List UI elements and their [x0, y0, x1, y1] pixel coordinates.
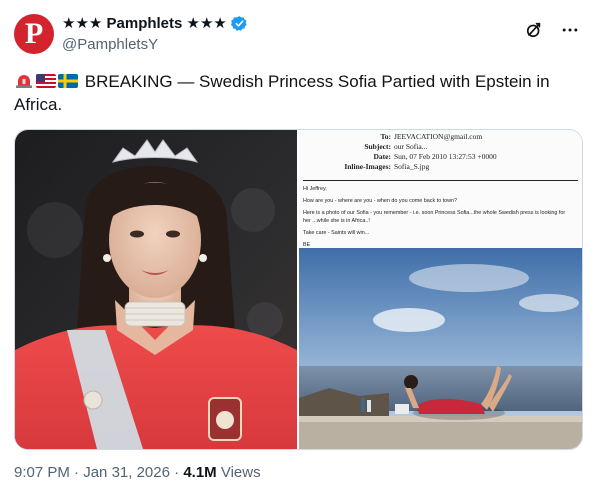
email-body-line: Take care - Saints will win... — [303, 230, 370, 236]
meta-separator: · — [69, 464, 84, 481]
post-time[interactable]: 9:07 PM — [14, 464, 70, 481]
author-names: ★★★ Pamphlets ★★★ @PamphletsY — [62, 14, 248, 55]
post-text: BREAKING — Swedish Princess Sofia Partie… — [14, 70, 582, 116]
princess-photo[interactable] — [15, 130, 297, 449]
email-images-label: Inline-Images: — [344, 162, 391, 171]
views-count[interactable]: 4.1M — [183, 464, 216, 481]
email-photo[interactable]: To: JEEVACATION@gmail.com Subject: our Sof… — [299, 130, 582, 449]
email-to: JEEVACATION@gmail.com — [394, 132, 483, 141]
sweden-flag-icon — [58, 74, 78, 88]
email-to-label: To: — [380, 132, 391, 141]
email-header: To: JEEVACATION@gmail.com Subject: our Sof… — [307, 132, 567, 172]
verified-badge-icon — [230, 16, 247, 31]
author-handle[interactable]: @PamphletsY — [62, 35, 248, 55]
post-header: P ★★★ Pamphlets ★★★ @PamphletsY — [14, 12, 582, 60]
email-divider — [303, 180, 578, 181]
email-date: Sun, 07 Feb 2010 13:27:53 +0000 — [394, 152, 497, 161]
email-body: Hi Jeffrey, How are you - where are you … — [303, 185, 571, 253]
author-display-name[interactable]: ★★★ Pamphlets ★★★ — [62, 14, 248, 33]
grok-icon[interactable] — [524, 20, 544, 40]
display-name-text: ★★★ Pamphlets ★★★ — [62, 15, 227, 32]
beach-photo-image — [299, 248, 582, 449]
email-body-line: Hi Jeffrey, — [303, 186, 327, 192]
post-meta: 9:07 PM · Jan 31, 2026 · 4.1M Views — [14, 463, 261, 483]
email-body-line: How are you - where are you - when do yo… — [303, 198, 458, 204]
email-date-label: Date: — [373, 152, 392, 161]
post-text-body: BREAKING — Swedish Princess Sofia Partie… — [14, 72, 550, 114]
meta-separator: · — [169, 464, 184, 481]
email-subject-label: Subject: — [364, 142, 391, 151]
views-label: Views — [216, 464, 261, 481]
us-flag-icon — [36, 74, 56, 88]
post-date[interactable]: Jan 31, 2026 — [83, 464, 170, 481]
media-grid: To: JEEVACATION@gmail.com Subject: our Sof… — [14, 129, 583, 450]
more-icon[interactable] — [560, 20, 580, 40]
email-document: To: JEEVACATION@gmail.com Subject: our Sof… — [299, 130, 582, 248]
email-body-line: Here is a photo of our Sofia - you remem… — [303, 210, 566, 224]
top-actions — [524, 20, 580, 40]
avatar[interactable]: P — [14, 14, 54, 54]
siren-icon — [14, 74, 34, 88]
email-subject: our Sofia... — [394, 142, 428, 151]
princess-portrait-image — [15, 130, 297, 449]
email-images: Sofia_S.jpg — [394, 162, 430, 171]
avatar-letter: P — [24, 17, 44, 50]
